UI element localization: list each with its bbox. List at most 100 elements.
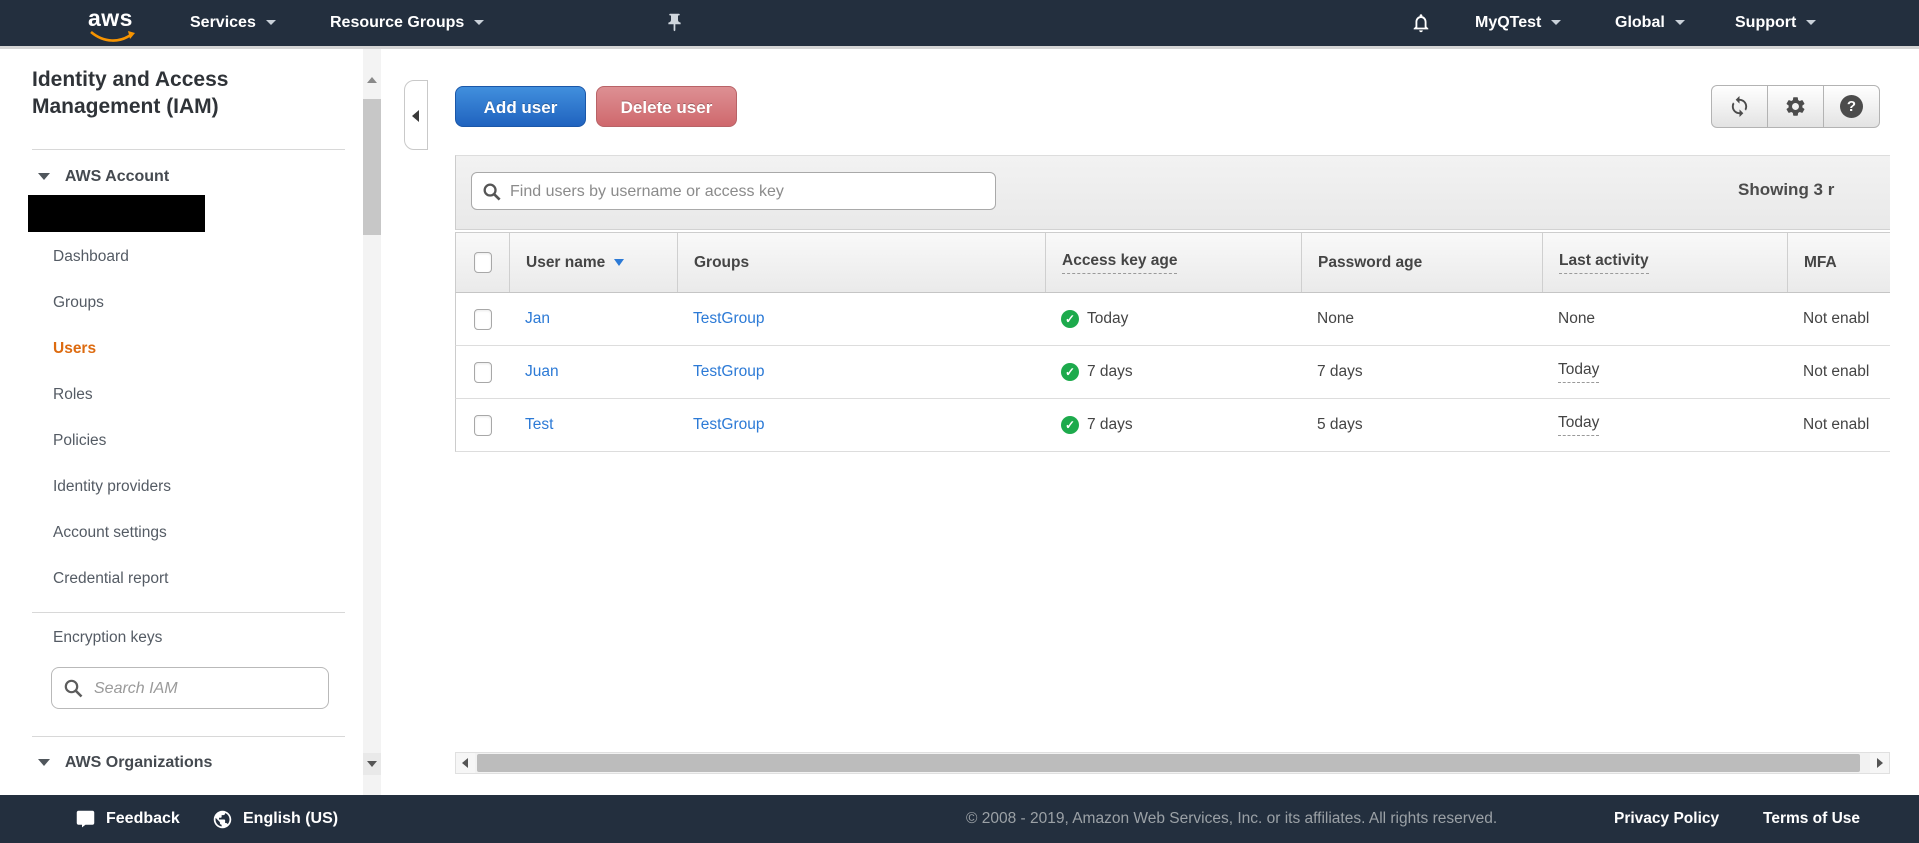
column-header-last-activity[interactable]: Last activity (1542, 233, 1787, 292)
column-header-user-name[interactable]: User name (509, 233, 677, 292)
sidebar-nav: Dashboard Groups Users Roles Policies Id… (53, 234, 171, 602)
scroll-up-arrow-icon[interactable] (367, 77, 377, 83)
nav-account-menu[interactable]: MyQTest (1475, 0, 1561, 46)
password-age-cell: 5 days (1301, 399, 1542, 451)
mfa-cell: Not enabl (1787, 346, 1890, 398)
check-icon: ✓ (1061, 310, 1079, 328)
scroll-down-arrow-icon (367, 761, 377, 767)
last-activity-cell: Today (1542, 346, 1787, 398)
group-link[interactable]: TestGroup (693, 363, 765, 381)
select-all-checkbox[interactable] (474, 252, 492, 273)
scroll-right-arrow-icon (1877, 758, 1883, 768)
chevron-down-icon (266, 20, 276, 25)
user-link[interactable]: Test (525, 416, 553, 434)
column-header-mfa[interactable]: MFA (1787, 233, 1890, 292)
users-table-body: Jan TestGroup ✓ Today None None Not enab… (455, 293, 1890, 452)
sidebar-item-account-settings[interactable]: Account settings (53, 510, 171, 556)
access-key-age-cell: ✓ Today (1045, 293, 1301, 345)
sidebar-scrollbar-thumb[interactable] (363, 99, 381, 235)
horizontal-scrollbar-thumb[interactable] (477, 754, 1860, 772)
select-all-checkbox-cell (456, 233, 509, 292)
aws-logo[interactable]: aws (88, 6, 140, 42)
nav-region-menu[interactable]: Global (1615, 0, 1685, 46)
mfa-cell: Not enabl (1787, 293, 1890, 345)
sidebar-item-identity-providers[interactable]: Identity providers (53, 464, 171, 510)
scroll-left-button[interactable] (456, 753, 475, 773)
iam-search-input[interactable] (92, 672, 324, 706)
privacy-policy-link[interactable]: Privacy Policy (1614, 795, 1719, 843)
table-row: Test TestGroup ✓ 7 days 5 days Today Not… (455, 399, 1890, 452)
chevron-down-icon (474, 20, 484, 25)
group-link[interactable]: TestGroup (693, 416, 765, 434)
sidebar-item-dashboard[interactable]: Dashboard (53, 234, 171, 280)
iam-search-box (51, 667, 329, 709)
nav-services[interactable]: Services (190, 0, 276, 46)
sidebar-item-groups[interactable]: Groups (53, 280, 171, 326)
group-link[interactable]: TestGroup (693, 310, 765, 328)
password-age-cell: 7 days (1301, 346, 1542, 398)
feedback-button[interactable]: Feedback (106, 795, 180, 843)
nav-resource-groups[interactable]: Resource Groups (330, 0, 484, 46)
user-filter-box (471, 172, 996, 210)
divider (32, 149, 345, 150)
aws-smile-icon (89, 30, 137, 44)
refresh-button[interactable] (1711, 85, 1768, 128)
column-header-password-age[interactable]: Password age (1301, 233, 1542, 292)
sidebar-scrollbar[interactable] (363, 49, 381, 795)
sidebar-collapse-tab[interactable] (404, 80, 428, 150)
help-icon: ? (1840, 95, 1863, 118)
sidebar-item-encryption-keys[interactable]: Encryption keys (53, 626, 162, 650)
user-link[interactable]: Juan (525, 363, 559, 381)
user-link[interactable]: Jan (525, 310, 550, 328)
pin-icon[interactable] (664, 12, 685, 38)
user-filter-input[interactable] (508, 176, 990, 208)
sidebar-item-credential-report[interactable]: Credential report (53, 556, 171, 602)
add-user-button[interactable]: Add user (455, 86, 586, 127)
column-header-groups[interactable]: Groups (677, 233, 1045, 292)
toolbar-icon-group: ? (1711, 85, 1880, 128)
column-header-access-key-age[interactable]: Access key age (1045, 233, 1301, 292)
scroll-right-button[interactable] (1870, 753, 1889, 773)
triangle-down-icon (38, 173, 50, 180)
table-row: Juan TestGroup ✓ 7 days 7 days Today Not… (455, 346, 1890, 399)
settings-button[interactable] (1767, 85, 1824, 128)
globe-icon (212, 809, 233, 830)
refresh-icon (1728, 95, 1751, 118)
speech-bubble-icon (75, 809, 96, 830)
help-button[interactable]: ? (1823, 85, 1880, 128)
iam-console-page: aws Services Resource Groups MyQTest Glo… (0, 0, 1919, 843)
nav-support-menu[interactable]: Support (1735, 0, 1816, 46)
access-key-age-cell: ✓ 7 days (1045, 346, 1301, 398)
chevron-down-icon (1675, 20, 1685, 25)
password-age-cell: None (1301, 293, 1542, 345)
results-count: Showing 3 r (1738, 180, 1834, 200)
users-table-header: User name Groups Access key age Password… (455, 232, 1890, 293)
notifications-bell-icon[interactable] (1410, 12, 1432, 39)
row-checkbox[interactable] (474, 309, 492, 330)
sidebar-item-users[interactable]: Users (53, 326, 171, 372)
scroll-down-button[interactable] (363, 753, 381, 775)
check-icon: ✓ (1061, 363, 1079, 381)
triangle-down-icon (38, 759, 50, 766)
sidebar-item-policies[interactable]: Policies (53, 418, 171, 464)
sidebar-section-aws-organizations[interactable]: AWS Organizations (38, 750, 212, 776)
divider (32, 736, 345, 737)
row-checkbox[interactable] (474, 362, 492, 383)
sidebar-item-roles[interactable]: Roles (53, 372, 171, 418)
chevron-down-icon (1551, 20, 1561, 25)
delete-user-button[interactable]: Delete user (596, 86, 737, 127)
footer: Feedback English (US) © 2008 - 2019, Ama… (0, 795, 1919, 843)
terms-of-use-link[interactable]: Terms of Use (1763, 795, 1860, 843)
horizontal-scrollbar[interactable] (455, 752, 1890, 774)
gear-icon (1784, 95, 1807, 118)
top-nav: aws Services Resource Groups MyQTest Glo… (0, 0, 1919, 49)
last-activity-cell: None (1542, 293, 1787, 345)
sidebar-section-aws-account[interactable]: AWS Account (38, 164, 169, 190)
row-checkbox[interactable] (474, 415, 492, 436)
language-selector[interactable]: English (US) (243, 795, 338, 843)
search-icon (63, 678, 84, 699)
aws-logo-text: aws (88, 5, 133, 31)
search-icon (482, 182, 502, 202)
check-icon: ✓ (1061, 416, 1079, 434)
table-row: Jan TestGroup ✓ Today None None Not enab… (455, 293, 1890, 346)
